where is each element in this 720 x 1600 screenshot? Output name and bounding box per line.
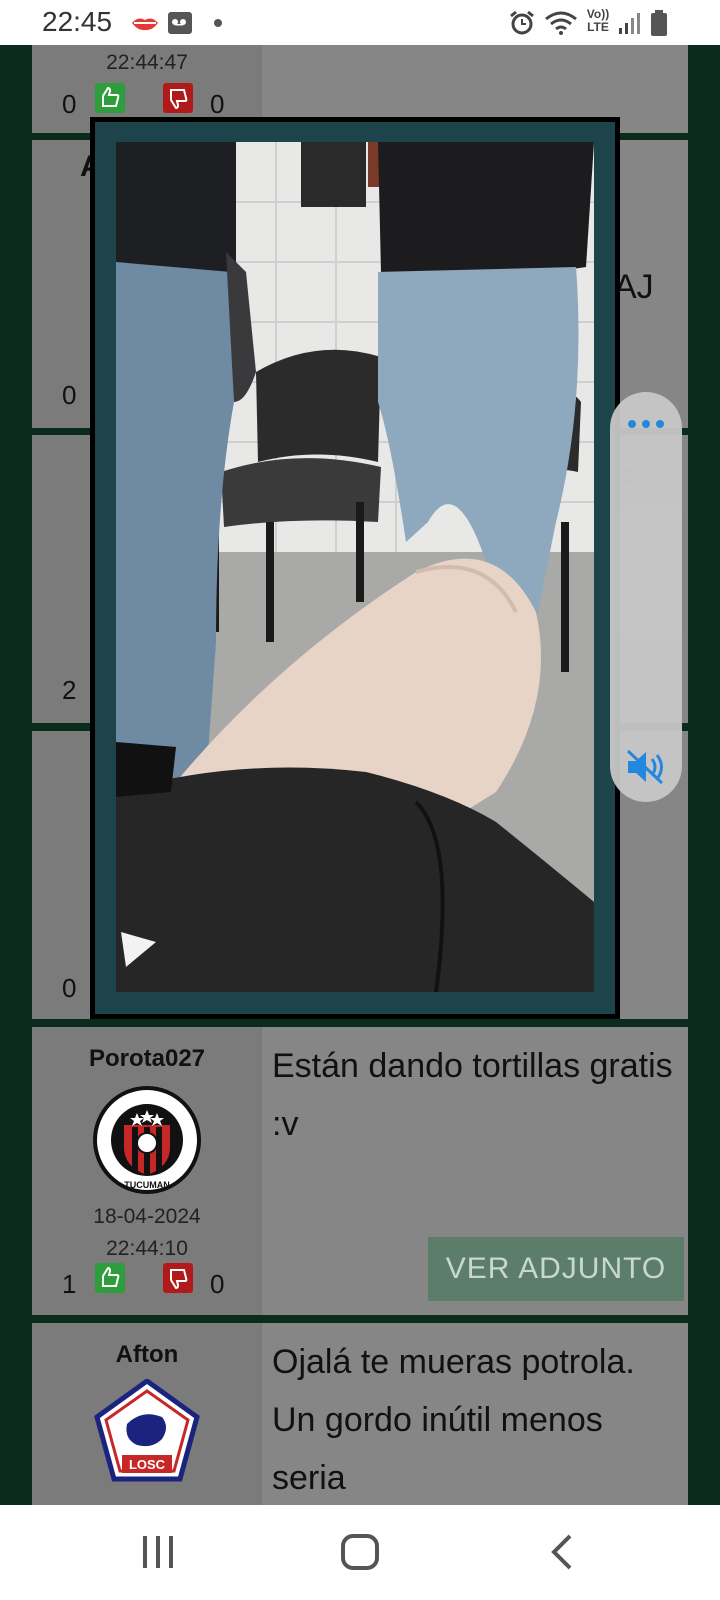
status-bar: 22:45 Vo)) LTE: [0, 0, 720, 45]
svg-text:TUCUMAN: TUCUMAN: [124, 1180, 170, 1190]
dislike-count: 0: [210, 89, 225, 119]
like-count: 0: [62, 380, 77, 410]
svg-text:LOSC: LOSC: [129, 1457, 166, 1472]
view-attachment-button[interactable]: VER ADJUNTO: [428, 1237, 684, 1301]
photo-image: [116, 142, 594, 992]
home-icon[interactable]: [340, 1533, 380, 1571]
voicemail-icon: [168, 12, 192, 34]
comment-post: Porota027 TUCUMAN 18-04-2024 22:44:10 1 …: [32, 1027, 688, 1315]
thumbs-up-icon[interactable]: [95, 1263, 125, 1293]
attachment-image-modal[interactable]: [90, 117, 620, 1019]
attachment-photo[interactable]: [116, 142, 594, 992]
post-date: 18-04-2024: [93, 1205, 201, 1228]
like-count: 0: [62, 973, 77, 1003]
post-author-column: Afton LOSC: [32, 1323, 262, 1505]
signal-icon: [619, 13, 640, 34]
post-time: 22:44:10: [106, 1237, 188, 1260]
post-time: 22:44:47: [106, 51, 188, 74]
thumbs-down-icon[interactable]: [163, 1263, 193, 1293]
vote-row: 1 0: [32, 1263, 262, 1303]
post-content: Ojalá te mueras potrola. Un gordo inútil…: [262, 1323, 688, 1505]
thumbs-up-icon[interactable]: [95, 83, 125, 113]
wifi-icon: [545, 11, 577, 35]
volume-mute-icon[interactable]: [624, 747, 668, 787]
system-nav-bar: [0, 1505, 720, 1600]
thumbs-down-icon[interactable]: [163, 83, 193, 113]
club-badge-losc: LOSC: [92, 1377, 202, 1489]
alarm-icon: [510, 10, 534, 35]
modal-frame: [95, 122, 615, 1014]
like-count: 0: [62, 89, 77, 119]
dislike-count: 0: [210, 1269, 225, 1299]
like-count: 2: [62, 675, 77, 705]
more-dots-icon[interactable]: [624, 414, 668, 434]
battery-icon: [651, 10, 667, 36]
status-time: 22:45: [42, 6, 113, 37]
club-badge-la-florida: TUCUMAN: [92, 1085, 202, 1195]
volte-icon: Vo)) LTE: [586, 7, 610, 34]
floating-media-controls[interactable]: [610, 392, 682, 802]
lips-icon: [132, 18, 158, 31]
post-username[interactable]: Porota027: [32, 1045, 262, 1073]
post-message: Están dando tortillas gratis :v: [272, 1047, 673, 1143]
post-author-column: Porota027 TUCUMAN 18-04-2024 22:44:10 1 …: [32, 1027, 262, 1315]
comment-post: Afton LOSC Ojalá te mueras potrola. Un g…: [32, 1323, 688, 1505]
like-count: 1: [62, 1269, 77, 1299]
post-username[interactable]: Afton: [32, 1341, 262, 1369]
post-message: Ojalá te mueras potrola. Un gordo inútil…: [272, 1343, 635, 1497]
dot-icon: [214, 19, 222, 27]
post-content: Están dando tortillas gratis :v VER ADJU…: [262, 1027, 688, 1315]
back-icon[interactable]: [548, 1533, 578, 1571]
recents-icon[interactable]: [138, 1533, 178, 1571]
